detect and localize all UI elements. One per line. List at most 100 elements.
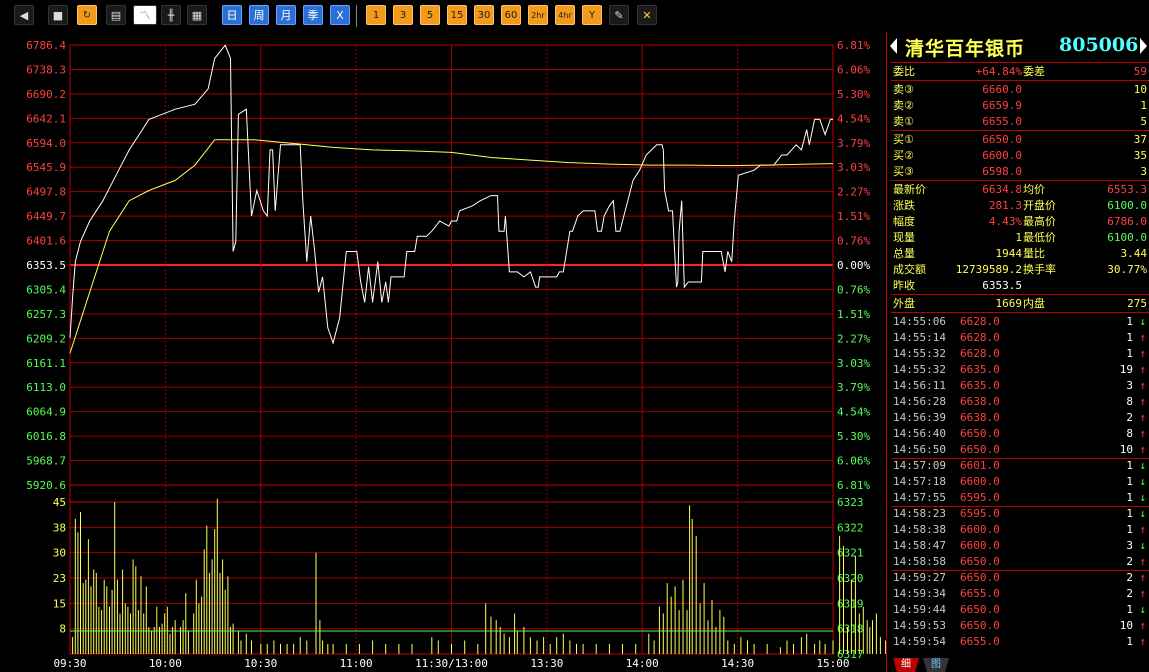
intraday-chart[interactable]: 6786.4 6.81% 6738.3 6.06% 6690.2 5.30% 6642.1 4… [0,32,886,672]
quote-row: 总量 1944 量比 3.44 [891,246,1149,262]
box-icon[interactable]: ■ [48,5,68,25]
pct-tick-label: 5.30% [837,88,870,101]
price-tick-label: 6449.7 [26,210,66,223]
tick-price: 6650.0 [960,427,1000,440]
panel-divider [891,312,1149,313]
quote-value: 6353.5 [982,279,1022,292]
time-tick-label: 10:00 [149,657,182,670]
timeshare-icon[interactable]: 〽 [133,5,157,25]
quote-value: 281.3 [988,199,1022,212]
tick-vol: 19 [1119,363,1133,376]
quote-label-2: 开盘价 [1023,199,1056,212]
pct-tick-label: 4.54% [837,112,870,125]
arrow-up-icon: ↑ [1139,395,1146,408]
panel-title: 清华百年银币 805006 [887,32,1149,60]
arrow-up-icon: ↑ [1139,635,1146,648]
hour-2-button[interactable]: 2hr [528,5,548,25]
tick-price: 6628.0 [960,331,1000,344]
time-tick-label: 09:30 [53,657,86,670]
tick-row: 14:58:23 6595.0 1 ↓ [891,506,1149,522]
tick-time: 14:58:23 [893,507,946,520]
period-week-button[interactable]: 周 [249,5,269,25]
tick-row: 14:59:27 6650.0 2 ↑ [891,570,1149,586]
pct-tick-label: 3.79% [837,381,870,394]
outer-label: 外盘 [893,297,915,310]
tools-icon[interactable]: ✕ [637,5,657,25]
tick-row: 14:58:38 6600.0 1 ↑ [891,522,1149,538]
vol-right-tick-label: 6319 [837,597,864,610]
arrow-down-icon: ↓ [1139,539,1146,552]
tick-vol: 1 [1126,491,1133,504]
kline-icon[interactable]: ╫ [161,5,181,25]
quote-row: 涨跌 281.3 开盘价 6100.0 [891,198,1149,214]
weibi-row: 委比 +64.84% 委差 59 [891,64,1149,80]
buy-label: 买① [893,133,914,146]
buy-price: 6650.0 [982,133,1022,146]
table-icon[interactable]: ▦ [187,5,207,25]
minute-3-button[interactable]: 3 [393,5,413,25]
quote-label: 最新价 [893,183,926,196]
security-name: 清华百年银币 [905,38,1026,60]
tick-vol: 3 [1126,539,1133,552]
tick-vol: 10 [1119,443,1133,456]
minute-60-button[interactable]: 60 [501,5,521,25]
refresh-icon[interactable]: ↻ [77,5,97,25]
time-tick-label: 11:00 [340,657,373,670]
arrow-up-icon: ↑ [1139,347,1146,360]
clipboard-icon[interactable]: ▤ [106,5,126,25]
tick-row: 14:57:18 6600.0 1 ↓ [891,474,1149,490]
quote-value: 1 [1015,231,1022,244]
quote-label: 涨跌 [893,199,915,212]
period-x-button[interactable]: X [330,5,350,25]
quote-label-2: 换手率 [1023,263,1056,276]
tick-vol: 1 [1126,635,1133,648]
tick-vol: 2 [1126,587,1133,600]
tick-time: 14:58:38 [893,523,946,536]
back-icon[interactable]: ◀ [14,5,34,25]
tick-time: 14:57:09 [893,459,946,472]
tick-vol: 1 [1126,603,1133,616]
minute-5-button[interactable]: 5 [420,5,440,25]
price-tick-label: 6690.2 [26,88,66,101]
minute-30-button[interactable]: 30 [474,5,494,25]
prev-arrow-icon[interactable] [890,38,897,54]
period-season-button[interactable]: 季 [303,5,323,25]
tick-time: 14:57:18 [893,475,946,488]
vol-tick-label: 45 [53,496,66,509]
minute-1-button[interactable]: 1 [366,5,386,25]
tick-vol: 1 [1126,507,1133,520]
price-tick-label: 6209.2 [26,332,66,345]
sell-row: 卖② 6659.9 1 [891,98,1149,114]
tick-row: 14:58:58 6650.0 2 ↑ [891,554,1149,570]
weibi-label: 委比 [893,65,915,78]
price-tick-label: 6016.8 [26,430,66,443]
sell-price: 6659.9 [982,99,1022,112]
arrow-down-icon: ↓ [1139,491,1146,504]
year-button[interactable]: Y [582,5,602,25]
arrow-up-icon: ↑ [1139,587,1146,600]
tick-vol: 8 [1126,395,1133,408]
quote-value-2: 6786.0 [1107,215,1147,228]
tick-time: 14:55:14 [893,331,946,344]
arrow-up-icon: ↑ [1139,427,1146,440]
quote-label-2: 量比 [1023,247,1045,260]
quote-label: 成交额 [893,263,926,276]
hour-4-button[interactable]: 4hr [555,5,575,25]
tab-detail[interactable]: 细 [893,658,919,672]
period-month-button[interactable]: 月 [276,5,296,25]
tick-time: 14:57:55 [893,491,946,504]
next-arrow-icon[interactable] [1140,38,1147,54]
pct-tick-label: 1.51% [837,308,870,321]
inner-value: 275 [1127,297,1147,310]
arrow-up-icon: ↑ [1139,571,1146,584]
minute-15-button[interactable]: 15 [447,5,467,25]
period-day-button[interactable]: 日 [222,5,242,25]
tick-row: 14:56:40 6650.0 8 ↑ [891,426,1149,442]
tab-chart[interactable]: 图 [923,658,949,672]
arrow-up-icon: ↑ [1139,619,1146,632]
quote-row: 最新价 6634.8 均价 6553.3 [891,182,1149,198]
draw-icon[interactable]: ✎ [609,5,629,25]
quote-label: 昨收 [893,279,915,292]
panel-divider [891,80,1149,81]
sell-vol: 10 [1133,83,1147,96]
